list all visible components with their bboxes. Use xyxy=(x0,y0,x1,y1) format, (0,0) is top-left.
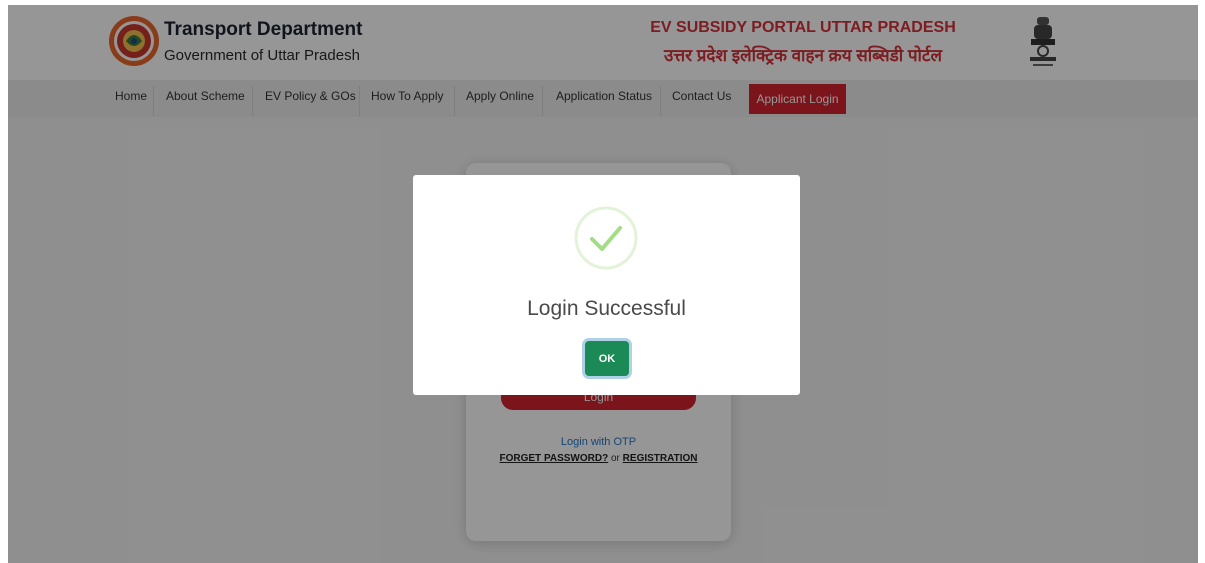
success-check-icon xyxy=(574,206,638,270)
dialog-title: Login Successful xyxy=(527,297,686,320)
page: Transport Department Government of Uttar… xyxy=(8,5,1198,563)
ok-button[interactable]: OK xyxy=(585,341,629,376)
success-dialog: Login Successful OK xyxy=(413,175,800,395)
